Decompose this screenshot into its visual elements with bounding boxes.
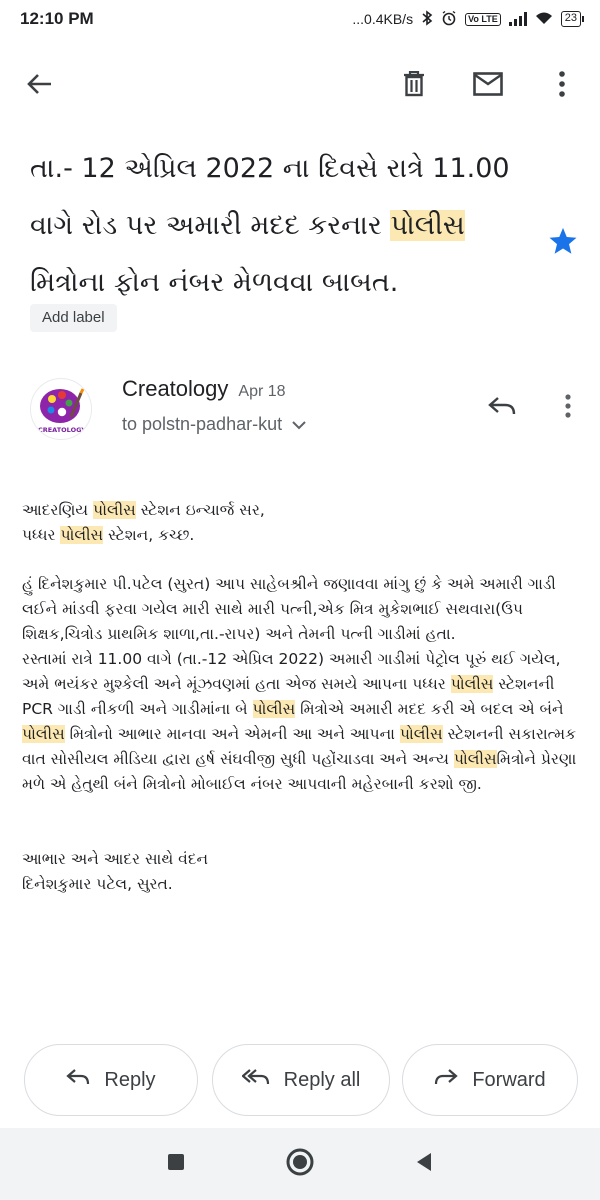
search-highlight: પોલીસ — [453, 750, 497, 768]
search-highlight: પોલીસ — [93, 501, 136, 519]
signal-icon — [508, 12, 527, 26]
reply-icon — [66, 1068, 90, 1092]
recipient-details-toggle[interactable]: to polstn-padhar-kut — [122, 414, 306, 435]
battery-icon: 23 — [560, 11, 584, 27]
svg-text:CREATOLOGY: CREATOLOGY — [38, 426, 86, 434]
email-subject: તા.- 12 એપ્રિલ 2022 ના દિવસે રાત્રે 11.0… — [30, 140, 540, 311]
chevron-down-icon — [292, 414, 306, 435]
reply-all-label: Reply all — [283, 1068, 361, 1091]
back-button[interactable] — [18, 64, 62, 108]
network-speed: ...0.4KB/s — [352, 11, 414, 27]
status-bar: 12:10 PM ...0.4KB/s Vo LTE 23 — [0, 0, 600, 38]
sender-avatar[interactable]: CREATOLOGY — [30, 378, 92, 440]
more-vert-icon — [565, 394, 571, 422]
forward-button[interactable]: Forward — [402, 1044, 578, 1116]
recents-button[interactable] — [160, 1148, 192, 1180]
message-actions: Reply Reply all Forward — [24, 1044, 584, 1116]
volte-icon: Vo LTE — [465, 12, 501, 26]
reply-button[interactable]: Reply — [24, 1044, 198, 1116]
wifi-icon — [535, 11, 553, 28]
delete-button[interactable] — [392, 64, 436, 108]
greeting-line-1: આદરણિય પોલીસ સ્ટેશન ઇન્ચાર્જ સર, — [22, 501, 265, 519]
system-nav-bar — [0, 1128, 600, 1200]
triangle-back-icon — [415, 1152, 433, 1176]
back-arrow-icon — [27, 73, 53, 99]
email-date: Apr 18 — [238, 383, 286, 400]
subject-text-end: મિત્રોના ફોન નંબર મેળવવા બાબત. — [30, 267, 399, 298]
creatology-logo: CREATOLOGY — [38, 388, 86, 434]
back-nav-button[interactable] — [408, 1148, 440, 1180]
reply-label: Reply — [104, 1068, 156, 1091]
search-highlight: પોલીસ — [60, 526, 104, 544]
battery-level: 23 — [560, 11, 581, 27]
recipient-text: to polstn-padhar-kut — [122, 414, 283, 434]
star-icon — [548, 227, 578, 260]
mark-unread-button[interactable] — [466, 64, 510, 108]
more-vert-icon — [559, 71, 565, 101]
reply-all-icon — [240, 1068, 270, 1092]
status-time: 12:10 PM — [20, 9, 94, 28]
alarm-icon — [441, 10, 457, 29]
bluetooth-icon — [421, 9, 433, 29]
closing-line-2: દિનેશકુમાર પટેલ, સુરત. — [22, 875, 173, 893]
closing-line-1: આભાર અને આદર સાથે વંદન — [22, 850, 209, 868]
subject-highlight: પોલીસ — [390, 210, 465, 241]
body-paragraph-2: રસ્તામાં રાત્રે 11.00 વાગે (તા.-12 એપ્રિ… — [22, 650, 577, 793]
star-button[interactable] — [548, 226, 578, 256]
email-body: આદરણિય પોલીસ સ્ટેશન ઇન્ચાર્જ સર, પધ્ધર પ… — [22, 498, 588, 897]
square-icon — [167, 1153, 185, 1175]
search-highlight: પોલીસ — [450, 675, 494, 693]
reply-all-button[interactable]: Reply all — [212, 1044, 390, 1116]
message-more-button[interactable] — [548, 386, 588, 430]
greeting-line-2: પધ્ધર પોલીસ સ્ટેશન, કચ્છ. — [22, 526, 195, 544]
search-highlight: પોલીસ — [252, 700, 296, 718]
status-icons: ...0.4KB/s Vo LTE 23 — [352, 9, 584, 29]
sender-line: Creatology Apr 18 — [122, 376, 286, 402]
message-reply-button[interactable] — [480, 386, 524, 430]
body-paragraph-1: હું દિનેશકુમાર પી.પટેલ (સુરત) આપ સાહેબશ્… — [22, 575, 556, 643]
search-highlight: પોલીસ — [399, 725, 443, 743]
circle-icon — [285, 1147, 315, 1181]
reply-icon — [488, 396, 516, 420]
mail-icon — [473, 72, 503, 100]
more-options-button[interactable] — [540, 64, 584, 108]
add-label-chip[interactable]: Add label — [30, 304, 117, 332]
home-button[interactable] — [284, 1148, 316, 1180]
sender-name[interactable]: Creatology — [122, 376, 228, 402]
forward-label: Forward — [472, 1068, 546, 1091]
forward-icon — [434, 1068, 459, 1092]
delete-icon — [403, 70, 425, 101]
search-highlight: પોલીસ — [22, 725, 65, 743]
top-toolbar — [0, 56, 600, 116]
